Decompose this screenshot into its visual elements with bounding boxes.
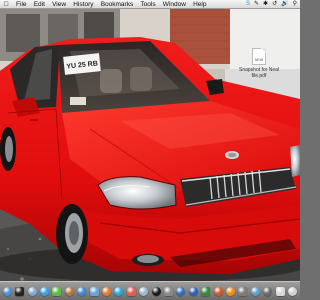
ichat-icon[interactable] <box>52 286 62 296</box>
script-menu-icon[interactable]: ✎ <box>254 0 259 9</box>
desktop-file-icon[interactable]: NEW Snapshot for Neal file.pdf <box>232 48 286 79</box>
safari-icon[interactable] <box>39 286 49 296</box>
vlc-icon[interactable] <box>226 286 236 296</box>
finder-icon[interactable] <box>2 286 12 296</box>
volume-icon[interactable]: 🔊 <box>281 0 288 9</box>
excel-icon[interactable] <box>201 286 211 296</box>
skype-icon[interactable] <box>114 286 124 296</box>
menu-file[interactable]: File <box>12 0 30 9</box>
menu-history[interactable]: History <box>70 0 97 9</box>
apple-menu[interactable]:  <box>0 0 12 9</box>
menu-view[interactable]: View <box>49 0 70 9</box>
menu-bar:  File Edit View History Bookmarks Tools… <box>0 0 300 9</box>
downloads-stack-icon[interactable] <box>263 286 273 296</box>
dashboard-icon[interactable] <box>15 286 25 296</box>
menu-edit[interactable]: Edit <box>30 0 48 9</box>
skype-status-icon[interactable]: S <box>246 0 250 9</box>
pdf-document-icon: NEW <box>252 48 266 65</box>
menu-extras: S ✎ ✱ ↺ 🔊 ⚲ <box>246 0 300 9</box>
documents-stack-icon[interactable] <box>275 286 285 296</box>
mail-icon[interactable] <box>27 286 37 296</box>
utilities-icon[interactable] <box>238 286 248 296</box>
menu-tools[interactable]: Tools <box>137 0 159 9</box>
desktop-file-name: Snapshot for Neal file.pdf <box>238 67 280 79</box>
file-type-label: NEW <box>254 58 264 62</box>
trash-icon[interactable] <box>288 286 298 296</box>
menu-bookmarks[interactable]: Bookmarks <box>97 0 137 9</box>
app-store-icon[interactable] <box>250 286 260 296</box>
time-machine-icon[interactable]: ↺ <box>272 0 277 9</box>
firefox-icon[interactable] <box>101 286 111 296</box>
powerpoint-icon[interactable] <box>213 286 223 296</box>
menu-help[interactable]: Help <box>189 0 210 9</box>
iphoto-icon[interactable] <box>89 286 99 296</box>
itunes-icon[interactable] <box>77 286 87 296</box>
bluetooth-icon[interactable]: ✱ <box>263 0 268 9</box>
dock <box>0 281 300 300</box>
spotlight-icon[interactable]: ⚲ <box>293 0 297 9</box>
photoshop-icon[interactable] <box>176 286 186 296</box>
preview-icon[interactable] <box>139 286 149 296</box>
system-preferences-icon[interactable] <box>163 286 173 296</box>
menu-window[interactable]: Window <box>159 0 189 9</box>
terminal-icon[interactable] <box>151 286 161 296</box>
calendar-icon[interactable] <box>126 286 136 296</box>
word-icon[interactable] <box>188 286 198 296</box>
address-book-icon[interactable] <box>64 286 74 296</box>
